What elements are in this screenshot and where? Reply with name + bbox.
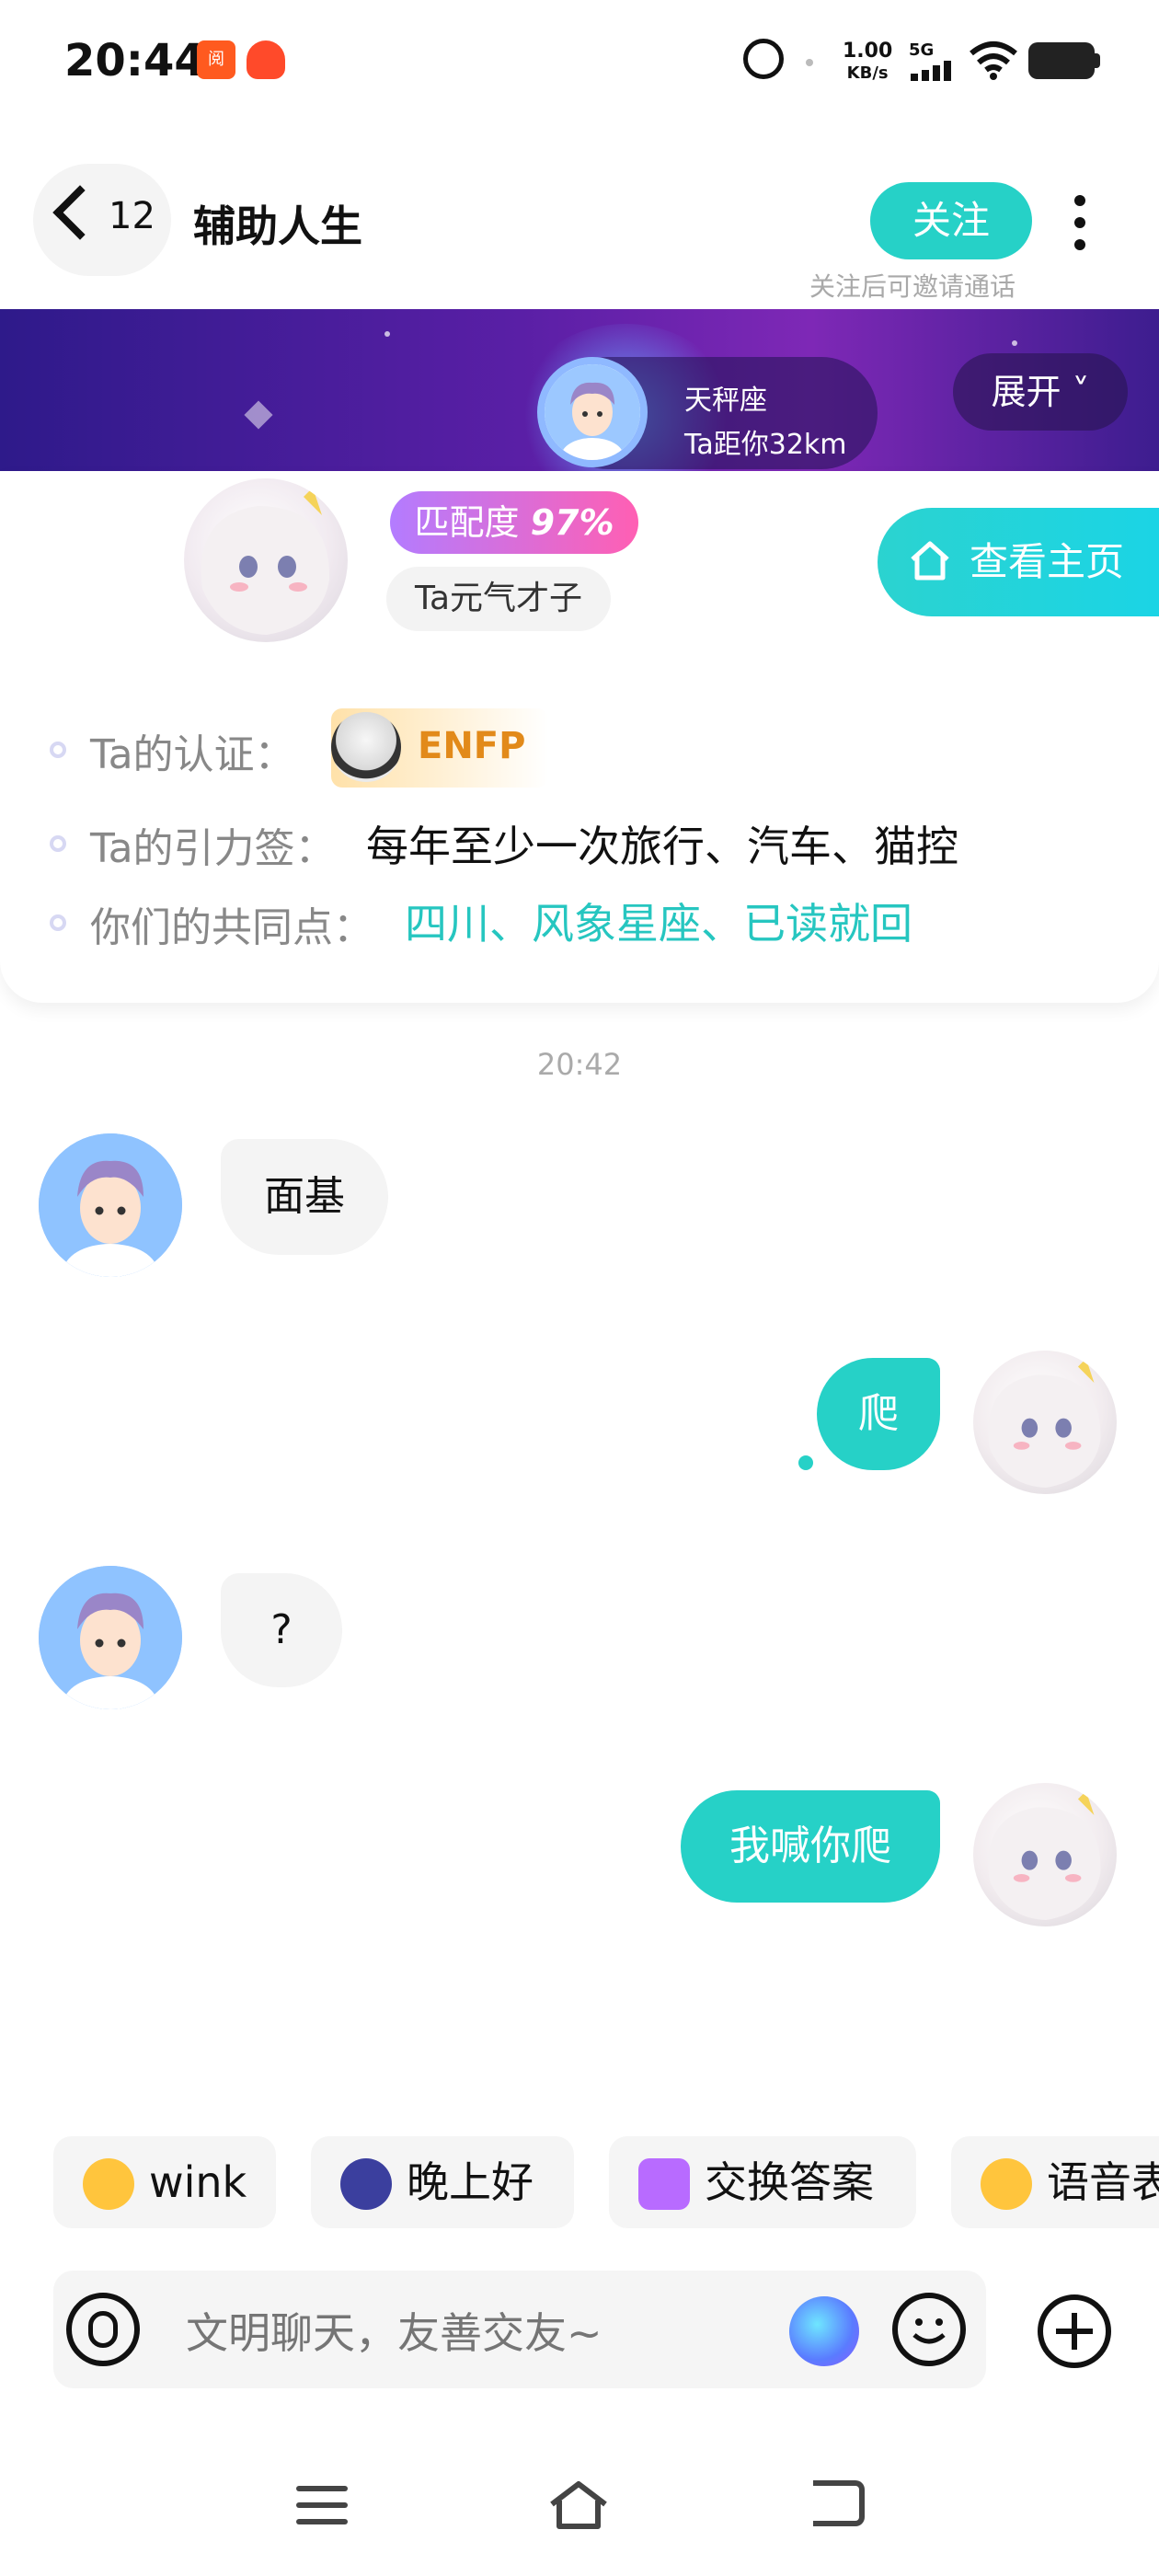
exchange-icon [638,2158,690,2210]
quick-reply-good-evening[interactable]: 晚上好 [311,2136,574,2228]
match-label: 匹配度 [414,502,520,543]
message-bubble-incoming[interactable]: 面基 [221,1139,388,1255]
emoji-icon[interactable] [892,2293,966,2366]
message-input[interactable] [184,2300,758,2366]
net-speed-value: 1.00 [843,40,893,63]
wink-emoji-icon [83,2158,134,2210]
match-badge: 匹配度 97% [390,491,638,554]
distance-text: Ta距你32km [684,429,847,461]
peer-avatar[interactable] [537,357,648,467]
mbti-type: ENFP [418,725,526,767]
quick-reply-voice-emoji[interactable]: 语音表 [951,2136,1159,2228]
boy-avatar-icon [39,1133,182,1277]
astronaut-icon [331,712,401,782]
back-nav-icon[interactable] [813,2480,865,2526]
net-speed-unit: KB/s [846,63,889,83]
quick-reply-label: 交换答案 [705,2157,874,2207]
ai-assistant-icon[interactable] [789,2296,859,2366]
boy-avatar-icon [545,364,640,460]
quick-reply-exchange-answers[interactable]: 交换答案 [609,2136,916,2228]
trait-tag: Ta元气才子 [386,567,611,631]
net-speed: 1.00 KB/s [843,40,892,85]
alarm-icon [743,39,784,79]
game-app-icon [247,40,285,79]
home-icon [911,541,949,581]
common-tags: 四川、风象星座、已读就回 [405,899,912,949]
anime-girl-avatar-icon [201,488,330,635]
wifi-icon [970,41,1017,80]
battery-tip [1095,53,1100,68]
peer-chat-avatar[interactable] [39,1566,182,1709]
more-options-icon[interactable] [1071,195,1085,250]
signal-icon [911,61,957,81]
gravity-tags: 每年至少一次旅行、汽车、猫控 [366,822,958,871]
message-bubble-outgoing[interactable]: 爬 [817,1358,940,1470]
follow-button[interactable]: 关注 [870,182,1032,259]
peer-chat-avatar[interactable] [39,1133,182,1277]
match-value: 97% [530,502,614,543]
peer-profile-avatar[interactable] [184,478,348,642]
certification-label: Ta的认证： [90,731,295,778]
anime-girl-avatar-icon [988,1790,1101,1920]
star-dot [1012,340,1017,346]
expand-button[interactable]: 展开 ˅ [953,353,1128,431]
bullet-icon [50,835,66,852]
chat-timestamp: 20:42 [536,1047,623,1082]
quick-reply-wink[interactable]: wink [53,2136,276,2228]
separator-dot-icon [806,59,813,66]
quick-reply-label: 语音表 [1047,2157,1159,2207]
bullet-icon [50,742,66,758]
plus-icon-v [1072,2313,1077,2350]
bullet-icon [50,914,66,931]
read-status-dot [798,1455,813,1470]
moon-icon [340,2158,392,2210]
home-nav-icon[interactable] [548,2480,609,2530]
anime-girl-avatar-icon [988,1358,1101,1488]
smile-face-icon [912,2318,946,2344]
message-bubble-incoming[interactable]: ? [221,1573,342,1687]
reader-app-icon: 阅 [197,40,235,79]
microphone-icon [88,2311,118,2348]
follow-hint: 关注后可邀请通话 [809,271,1016,302]
network-type: 5G [909,40,935,60]
star-dot [384,331,390,337]
my-chat-avatar[interactable] [973,1783,1117,1926]
status-time: 20:44 [64,35,205,86]
quick-reply-label: wink [149,2157,247,2207]
message-bubble-outgoing[interactable]: 我喊你爬 [681,1790,940,1903]
gravity-label: Ta的引力签： [90,825,336,872]
common-label: 你们的共同点： [90,904,373,951]
my-chat-avatar[interactable] [973,1351,1117,1494]
unread-count: 12 [109,195,155,237]
recent-apps-icon[interactable] [296,2486,348,2526]
quick-reply-label: 晚上好 [407,2157,534,2207]
voice-emoji-icon [981,2158,1032,2210]
boy-avatar-icon [39,1566,182,1709]
zodiac-sign: 天秤座 [684,385,767,417]
page-title: 辅助人生 [193,201,362,251]
battery-icon [1028,42,1095,79]
